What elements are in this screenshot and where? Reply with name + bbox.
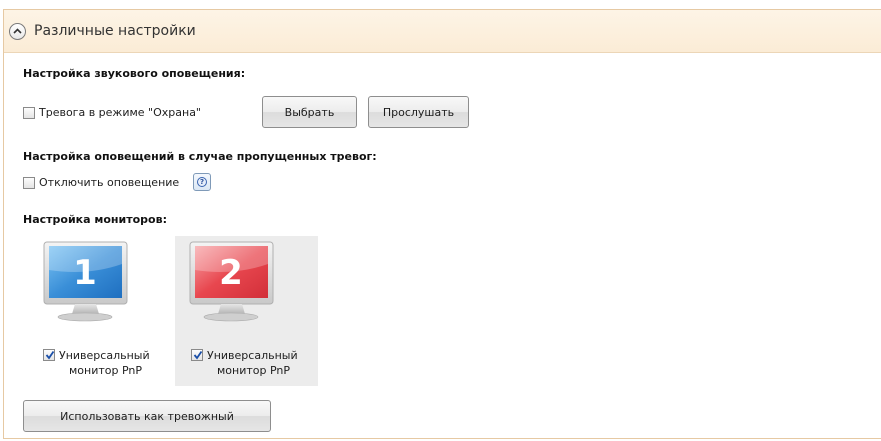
disable-notification-checkbox-row[interactable]: Отключить оповещение <box>23 176 179 189</box>
alarm-guard-label: Тревога в режиме "Охрана" <box>39 106 201 119</box>
monitor-2-checkbox-row[interactable]: Универсальный монитор PnP <box>191 348 298 378</box>
alarm-guard-checkbox-row[interactable]: Тревога в режиме "Охрана" <box>23 106 201 119</box>
monitor-2-checkbox[interactable] <box>191 349 203 361</box>
help-icon[interactable]: ? <box>193 173 211 191</box>
monitor-1-checkbox[interactable] <box>43 349 55 361</box>
alarm-guard-checkbox[interactable] <box>23 106 35 119</box>
monitor-1-number: 1 <box>73 253 97 293</box>
sound-notification-heading: Настройка звукового оповещения: <box>23 67 246 80</box>
choose-button[interactable]: Выбрать <box>262 96 357 128</box>
use-as-alarm-button[interactable]: Использовать как тревожный <box>23 400 271 432</box>
panel-title: Различные настройки <box>34 23 196 39</box>
monitor-2-number: 2 <box>219 253 243 293</box>
monitor-1-icon: 1 <box>43 241 128 322</box>
missed-alarms-heading: Настройка оповещений в случае пропущенны… <box>23 150 377 163</box>
monitor-2-label-line2: монитор PnP <box>217 364 291 377</box>
monitor-1-label: Универсальный монитор PnP <box>59 348 150 378</box>
monitor-card-2[interactable]: 2 Универсальный монитор PnP <box>175 236 318 386</box>
disable-notification-checkbox[interactable] <box>23 176 35 189</box>
monitors-heading: Настройка мониторов: <box>23 213 167 226</box>
monitor-2-icon: 2 <box>189 241 274 322</box>
help-glyph: ? <box>197 177 207 187</box>
monitor-2-label: Универсальный монитор PnP <box>207 348 298 378</box>
disable-notification-label: Отключить оповещение <box>39 176 180 189</box>
monitor-2-label-line1: Универсальный <box>207 349 298 362</box>
chevron-up-icon[interactable] <box>9 23 26 40</box>
panel-header[interactable]: Различные настройки <box>4 10 881 53</box>
monitor-1-label-line1: Универсальный <box>59 349 150 362</box>
monitor-1-label-line2: монитор PnP <box>69 364 143 377</box>
monitor-card-1[interactable]: 1 Универсальный монитор PnP <box>33 236 163 386</box>
listen-button[interactable]: Прослушать <box>368 96 469 128</box>
monitor-1-checkbox-row[interactable]: Универсальный монитор PnP <box>43 348 150 378</box>
